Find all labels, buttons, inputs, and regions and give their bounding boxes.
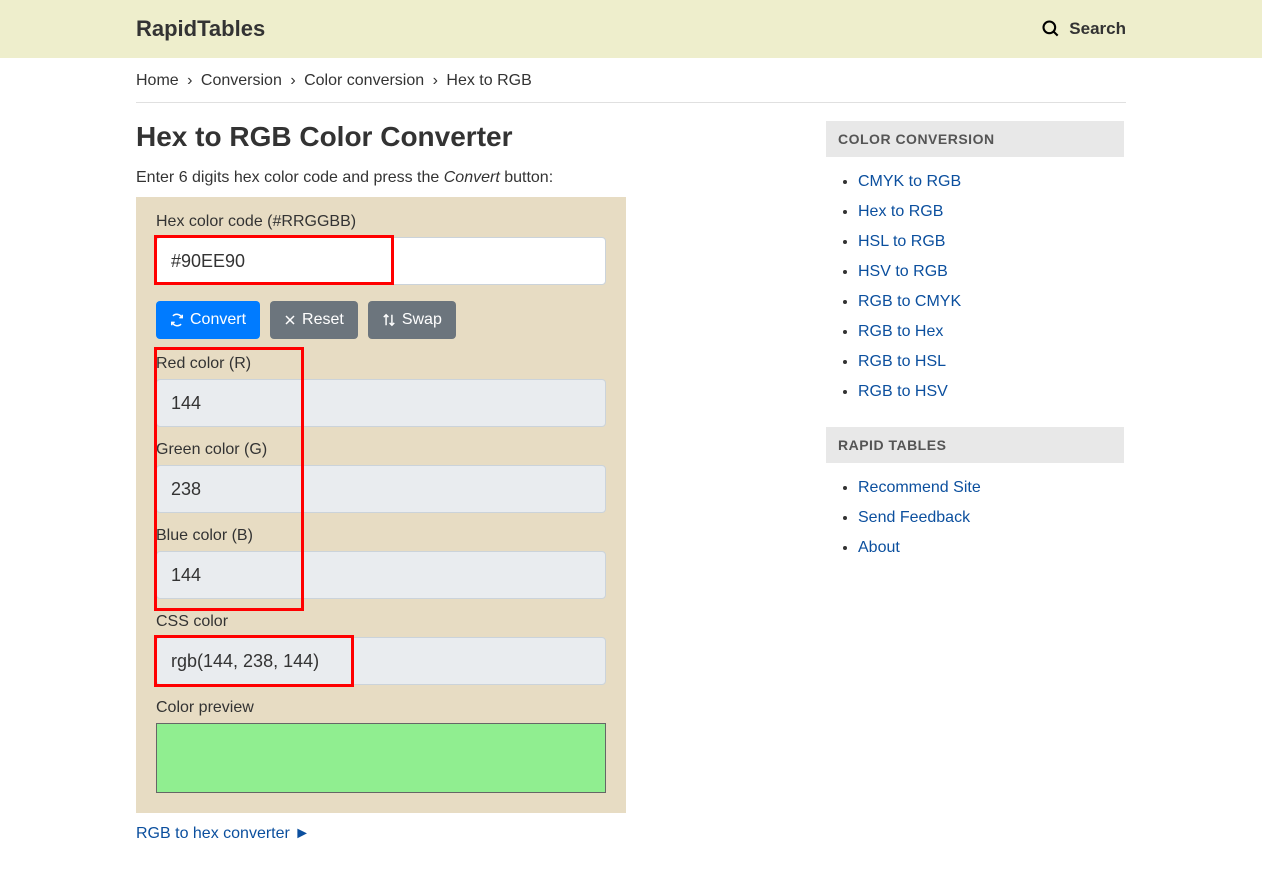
breadcrumb: Home › Conversion › Color conversion › H…: [136, 58, 1126, 103]
css-label: CSS color: [156, 613, 606, 631]
sidebar-link[interactable]: RGB to Hex: [858, 323, 943, 340]
sidebar-rapid-list: Recommend Site Send Feedback About: [826, 463, 1124, 583]
sidebar-link[interactable]: RGB to HSV: [858, 383, 948, 400]
blue-output: [156, 551, 606, 599]
sidebar-header-color: COLOR CONVERSION: [826, 121, 1124, 157]
breadcrumb-sep: ›: [429, 72, 442, 89]
breadcrumb-sep: ›: [286, 72, 299, 89]
sidebar-link[interactable]: Send Feedback: [858, 509, 970, 526]
brand-logo[interactable]: RapidTables: [136, 16, 265, 42]
refresh-icon: [170, 313, 184, 327]
red-label: Red color (R): [156, 355, 606, 373]
green-output: [156, 465, 606, 513]
green-label: Green color (G): [156, 441, 606, 459]
rgb-to-hex-link[interactable]: RGB to hex converter ►: [136, 825, 310, 842]
converter-panel: Hex color code (#RRGGBB) Convert Reset: [136, 197, 626, 813]
sidebar-link[interactable]: RGB to CMYK: [858, 293, 961, 310]
hex-input[interactable]: [156, 237, 606, 285]
reset-button[interactable]: Reset: [270, 301, 358, 339]
swap-icon: [382, 313, 396, 327]
sidebar-link[interactable]: RGB to HSL: [858, 353, 946, 370]
sidebar-link[interactable]: HSL to RGB: [858, 233, 945, 250]
sidebar-link[interactable]: Recommend Site: [858, 479, 981, 496]
sidebar-link[interactable]: HSV to RGB: [858, 263, 948, 280]
breadcrumb-conversion[interactable]: Conversion: [201, 72, 282, 89]
search-label: Search: [1069, 19, 1126, 39]
breadcrumb-home[interactable]: Home: [136, 72, 179, 89]
color-preview: [156, 723, 606, 793]
topbar: RapidTables Search: [0, 0, 1262, 58]
sidebar-link[interactable]: Hex to RGB: [858, 203, 943, 220]
search-icon: [1041, 19, 1061, 39]
hex-label: Hex color code (#RRGGBB): [156, 213, 606, 231]
sidebar-link[interactable]: CMYK to RGB: [858, 173, 961, 190]
swap-button[interactable]: Swap: [368, 301, 456, 339]
search-button[interactable]: Search: [1041, 19, 1126, 39]
breadcrumb-color-conversion[interactable]: Color conversion: [304, 72, 424, 89]
breadcrumb-sep: ›: [183, 72, 196, 89]
close-icon: [284, 314, 296, 326]
red-output: [156, 379, 606, 427]
intro-text: Enter 6 digits hex color code and press …: [136, 169, 796, 187]
css-output: [156, 637, 606, 685]
convert-button[interactable]: Convert: [156, 301, 260, 339]
sidebar-color-list: CMYK to RGB Hex to RGB HSL to RGB HSV to…: [826, 157, 1124, 427]
breadcrumb-current: Hex to RGB: [446, 72, 531, 89]
sidebar-header-rapid: RAPID TABLES: [826, 427, 1124, 463]
sidebar-link[interactable]: About: [858, 539, 900, 556]
blue-label: Blue color (B): [156, 527, 606, 545]
page-title: Hex to RGB Color Converter: [136, 121, 796, 153]
preview-label: Color preview: [156, 699, 606, 717]
